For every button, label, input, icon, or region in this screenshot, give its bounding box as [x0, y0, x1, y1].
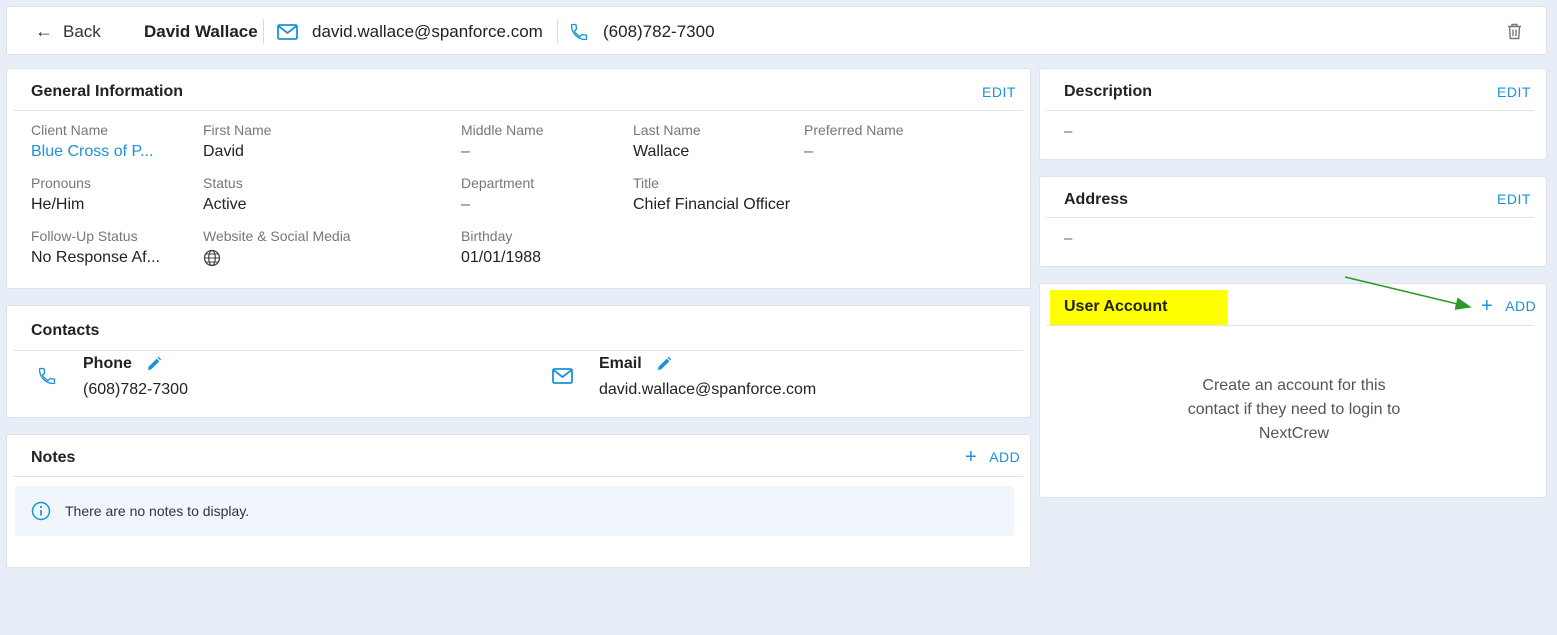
address-value: –: [1064, 230, 1073, 247]
add-note-button[interactable]: + ADD: [965, 447, 1020, 467]
contact-email-value[interactable]: david.wallace@spanforce.com: [599, 381, 816, 399]
field-last-name: Last Name Wallace: [633, 122, 701, 160]
contact-name: David Wallace: [144, 21, 258, 41]
description-title: Description: [1064, 83, 1153, 100]
general-information-title: General Information: [31, 83, 184, 100]
header-phone[interactable]: (608)782-7300: [569, 7, 715, 56]
delete-contact-button[interactable]: [1507, 7, 1522, 56]
field-status: Status Active: [203, 175, 247, 213]
notes-title: Notes: [31, 449, 76, 466]
field-website-social: Website & Social Media: [203, 228, 351, 272]
field-department: Department –: [461, 175, 535, 213]
contact-header-bar: ← Back David Wallace david.wallace@spanf…: [6, 6, 1547, 55]
header-separator: [263, 19, 264, 44]
field-client-name: Client Name Blue Cross of P...: [31, 122, 154, 161]
user-account-card: User Account + ADD Create an account for…: [1039, 283, 1547, 498]
pencil-icon[interactable]: [656, 356, 672, 372]
description-edit-button[interactable]: EDIT: [1497, 84, 1531, 100]
mail-icon: [552, 368, 573, 384]
contact-phone-value[interactable]: (608)782-7300: [83, 381, 188, 399]
back-button[interactable]: ← Back: [35, 7, 101, 56]
address-edit-button[interactable]: EDIT: [1497, 191, 1531, 207]
field-pronouns: Pronouns He/Him: [31, 175, 91, 213]
client-name-link[interactable]: Blue Cross of P...: [31, 143, 153, 161]
general-edit-button[interactable]: EDIT: [982, 84, 1016, 100]
arrow-left-icon: ←: [35, 21, 53, 41]
card-divider: [13, 476, 1023, 477]
phone-icon: [569, 22, 589, 42]
card-divider: [13, 110, 1023, 111]
field-title: Title Chief Financial Officer: [633, 175, 791, 213]
general-information-card: General Information EDIT Client Name Blu…: [6, 68, 1031, 289]
phone-icon: [37, 366, 57, 386]
info-icon: [31, 501, 51, 521]
plus-icon: +: [965, 446, 978, 468]
notes-empty-state: There are no notes to display.: [15, 486, 1014, 536]
globe-icon[interactable]: [203, 249, 221, 267]
card-divider: [1046, 217, 1534, 218]
plus-icon: +: [1481, 295, 1494, 317]
header-separator: [557, 19, 558, 44]
pencil-icon[interactable]: [146, 356, 162, 372]
trash-icon: [1507, 23, 1522, 40]
notes-card: Notes + ADD There are no notes to displa…: [6, 434, 1031, 568]
add-user-account-button[interactable]: + ADD: [1481, 296, 1536, 316]
description-value: –: [1064, 123, 1073, 140]
contacts-title: Contacts: [31, 322, 100, 339]
header-email[interactable]: david.wallace@spanforce.com: [277, 7, 543, 56]
header-email-text: david.wallace@spanforce.com: [312, 21, 543, 41]
address-card: Address EDIT –: [1039, 176, 1547, 267]
mail-icon: [277, 23, 298, 40]
card-divider: [1046, 325, 1534, 326]
contact-phone-label: Phone: [83, 355, 162, 373]
header-phone-text: (608)782-7300: [603, 21, 715, 41]
field-follow-up-status: Follow-Up Status No Response Af...: [31, 228, 160, 266]
contact-email-label: Email: [599, 355, 672, 373]
back-label: Back: [63, 21, 101, 41]
card-divider: [1046, 110, 1534, 111]
user-account-title: User Account: [1064, 298, 1168, 315]
card-divider: [13, 350, 1023, 351]
field-birthday: Birthday 01/01/1988: [461, 228, 542, 266]
field-preferred-name: Preferred Name –: [804, 122, 904, 160]
user-account-empty-state: Create an account for this contact if th…: [1187, 377, 1401, 442]
address-title: Address: [1064, 191, 1129, 208]
description-card: Description EDIT –: [1039, 68, 1547, 160]
contacts-card: Contacts Phone (608)782-7300 Email david…: [6, 305, 1031, 418]
field-first-name: First Name David: [203, 122, 272, 160]
field-middle-name: Middle Name –: [461, 122, 544, 160]
notes-empty-message: There are no notes to display.: [65, 503, 250, 519]
